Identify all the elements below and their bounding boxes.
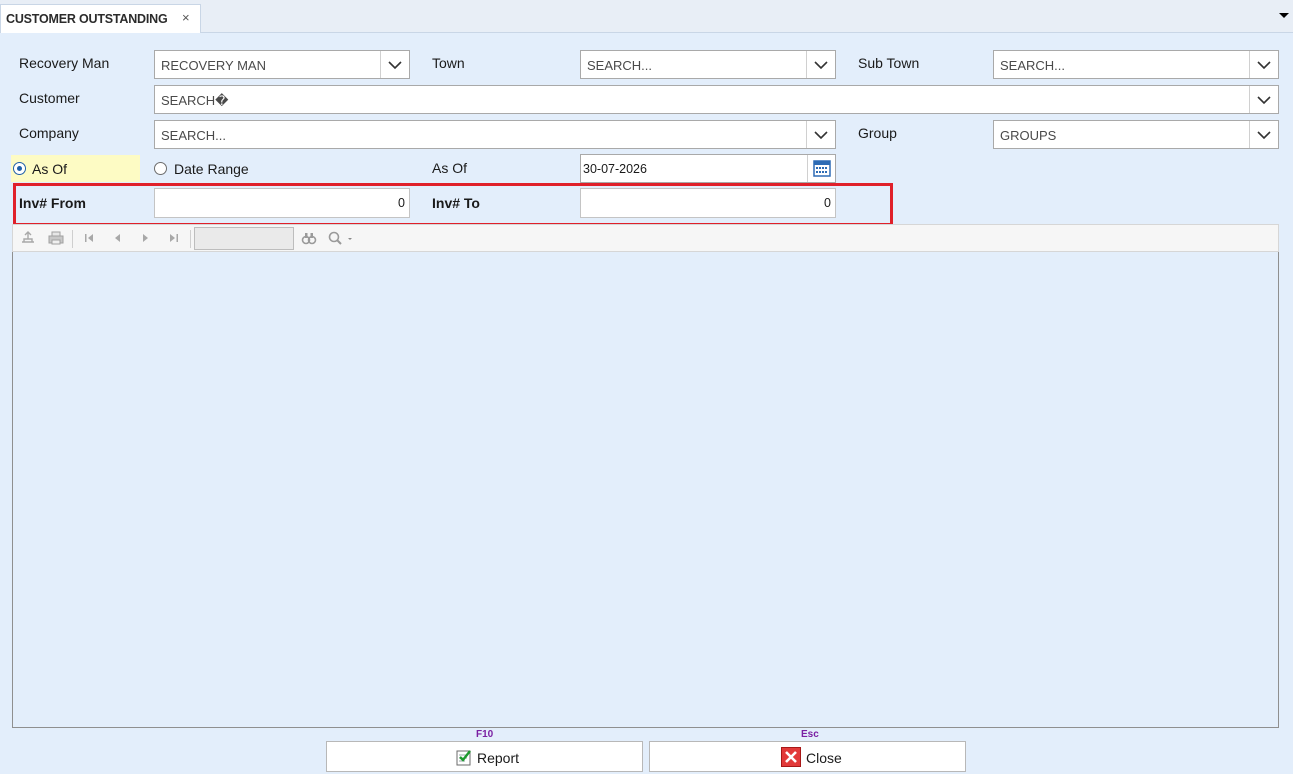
company-value: SEARCH...: [161, 128, 227, 143]
sub-town-value: SEARCH...: [1000, 58, 1066, 73]
sub-town-combo[interactable]: SEARCH...: [993, 50, 1279, 79]
report-viewer: [12, 224, 1279, 728]
chevron-down-icon[interactable]: [806, 51, 835, 78]
first-page-icon[interactable]: [83, 231, 95, 248]
report-icon: [455, 748, 473, 769]
date-range-radio[interactable]: [154, 162, 167, 175]
next-page-icon[interactable]: [140, 231, 152, 248]
last-page-icon[interactable]: [168, 231, 180, 248]
customer-combo[interactable]: SEARCH�: [154, 85, 1279, 114]
chevron-down-icon[interactable]: [806, 121, 835, 148]
town-value: SEARCH...: [587, 58, 653, 73]
toolbar-separator: [72, 230, 73, 248]
as-of-date-picker[interactable]: 30-07-2026: [580, 154, 836, 183]
prev-page-icon[interactable]: [111, 231, 123, 248]
chevron-down-icon[interactable]: [1249, 86, 1278, 113]
date-range-radio-label: Date Range: [174, 161, 249, 177]
tab-close-icon[interactable]: ×: [182, 10, 190, 25]
print-icon[interactable]: [47, 230, 65, 249]
recovery-man-combo[interactable]: RECOVERY MAN: [154, 50, 410, 79]
calendar-icon[interactable]: [807, 155, 835, 182]
chevron-down-icon[interactable]: [1249, 51, 1278, 78]
tab-list-dropdown-icon[interactable]: [1277, 8, 1291, 22]
group-value: GROUPS: [1000, 128, 1057, 143]
company-label: Company: [19, 125, 79, 141]
recovery-man-label: Recovery Man: [19, 55, 110, 71]
report-shortcut: F10: [476, 729, 494, 740]
as-of-radio-label: As Of: [32, 161, 68, 177]
sub-town-label: Sub Town: [858, 55, 920, 71]
town-combo[interactable]: SEARCH...: [580, 50, 836, 79]
zoom-icon[interactable]: [327, 230, 355, 249]
as-of-date-label: As Of: [432, 160, 468, 176]
recovery-man-value: RECOVERY MAN: [161, 58, 266, 73]
customer-label: Customer: [19, 90, 80, 106]
close-icon: [781, 747, 801, 770]
report-button[interactable]: Report: [326, 741, 643, 772]
close-button-label: Close: [806, 750, 842, 766]
page-number-input[interactable]: [194, 227, 294, 250]
close-shortcut: Esc: [801, 729, 819, 740]
customer-value: SEARCH�: [161, 93, 229, 108]
close-button[interactable]: Close: [649, 741, 966, 772]
date-range-radio-option[interactable]: Date Range: [153, 155, 273, 182]
find-icon[interactable]: [301, 230, 317, 249]
group-combo[interactable]: GROUPS: [993, 120, 1279, 149]
company-combo[interactable]: SEARCH...: [154, 120, 836, 149]
chevron-down-icon[interactable]: [380, 51, 409, 78]
group-label: Group: [858, 125, 897, 141]
as-of-radio[interactable]: [13, 162, 26, 175]
town-label: Town: [432, 55, 465, 71]
report-button-label: Report: [477, 750, 520, 766]
toolbar-separator: [190, 230, 191, 248]
chevron-down-icon[interactable]: [1249, 121, 1278, 148]
tab-customer-outstanding[interactable]: CUSTOMER OUTSTANDING ×: [0, 4, 201, 33]
as-of-radio-option[interactable]: As Of: [11, 155, 140, 182]
tab-title: CUSTOMER OUTSTANDING: [6, 12, 168, 26]
as-of-date-value: 30-07-2026: [583, 162, 647, 176]
highlight-box: [13, 183, 893, 226]
export-icon[interactable]: [20, 230, 36, 249]
